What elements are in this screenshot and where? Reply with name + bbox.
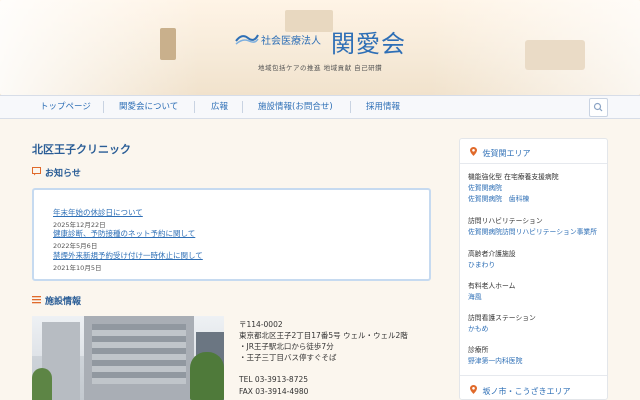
header-plant-decor [160,28,176,60]
facility-category: 高齢者介護施設 [468,250,516,258]
facility-category: 訪問リハビリテーション [468,217,543,225]
facility-link[interactable]: 海風 [468,291,482,301]
nav-item-about[interactable]: 関愛会について [119,96,178,118]
sidebar-divider [460,375,607,376]
site-logo[interactable]: 社会医療法人 関愛会 [235,26,415,66]
logo-title: 関愛会 [331,30,406,58]
facility-link[interactable]: 佐賀関病院訪問リハビリテーション事業所 [468,226,597,236]
sidebar-divider [460,163,607,164]
access-info: ・JR王子駅北口から徒歩7分 [239,342,334,351]
area-sidebar: 佐賀関エリア 機能強化型 在宅療養支援病院 佐賀関病院 佐賀関病院 歯科棟 訪問… [459,138,608,400]
nav-item-top[interactable]: トップページ [40,96,91,118]
global-nav: トップページ 関愛会について 広報 施設情報(お問合せ) 採用情報 [0,95,640,119]
nav-item-pr[interactable]: 広報 [211,96,228,118]
area-heading-label: 佐賀関エリア [482,149,531,158]
news-item-date: 2021年10月5日 [53,264,102,272]
search-icon [593,102,603,112]
facility-heading-label: 施設情報 [45,297,82,307]
facility-category: 訪問看護ステーション [468,314,536,322]
news-heading: お知らせ [32,166,81,179]
search-button[interactable] [589,98,608,117]
nav-divider [103,101,104,113]
nav-divider [242,101,243,113]
logo-wave-icon [235,34,259,45]
list-icon [32,295,41,307]
fax-number: FAX 03-3914-4980 [239,387,309,396]
clinic-building-photo [32,316,224,400]
news-item-link[interactable]: 健康診断、予防接種のネット予約に関して [53,228,195,239]
area-heading-label: 坂ノ市・こうざきエリア [482,387,571,396]
news-item-date: 2022年5月6日 [53,242,98,250]
facility-heading: 施設情報 [32,294,81,307]
area-heading: 坂ノ市・こうざきエリア [470,385,571,397]
header-counter-decor [525,40,585,70]
facility-category: 機能強化型 在宅療養支援病院 [468,173,559,181]
page-title: 北区王子クリニック [32,143,131,156]
area-heading: 佐賀関エリア [470,147,531,159]
access-info: ・王子三丁目バス停すぐそば [239,353,337,362]
phone-number: TEL 03-3913-8725 [239,375,309,384]
facility-category: 診療所 [468,346,489,354]
nav-item-facilities[interactable]: 施設情報(お問合せ) [258,96,333,118]
photo-tree [190,352,224,400]
site-tagline: 地域包括ケアの推進 地域貢献 自己研鑽 [258,64,383,72]
news-box: 年末年始の休診日について 2025年12月22日 健康診断、予防接種のネット予約… [32,188,431,281]
map-pin-icon [470,385,480,396]
nav-divider [350,101,351,113]
photo-windows [92,324,186,384]
photo-tree-left [32,368,52,400]
facility-link[interactable]: ひまわり [468,259,495,269]
facility-link[interactable]: 佐賀関病院 [468,182,502,192]
facility-link[interactable]: 野津第一内科医院 [468,355,522,365]
facility-category: 有料老人ホーム [468,282,516,290]
address: 東京都北区王子2丁目17番5号 ウェル・ウェル2階 [239,331,408,340]
facility-link[interactable]: かもめ [468,323,488,333]
facility-link[interactable]: 佐賀関病院 歯科棟 [468,193,529,203]
nav-item-recruit[interactable]: 採用情報 [366,96,400,118]
chat-bubble-icon [32,167,41,179]
news-heading-label: お知らせ [45,169,81,179]
map-pin-icon [470,147,480,158]
news-item-link[interactable]: 禁煙外来新規予約受け付け一時休止に関して [53,250,203,261]
nav-divider [194,101,195,113]
site-header: 社会医療法人 関愛会 地域包括ケアの推進 地域貢献 自己研鑽 [0,0,640,95]
postal-code: 〒114-0002 [239,320,283,329]
news-item-link[interactable]: 年末年始の休診日について [53,207,143,218]
logo-subtitle: 社会医療法人 [261,36,321,47]
